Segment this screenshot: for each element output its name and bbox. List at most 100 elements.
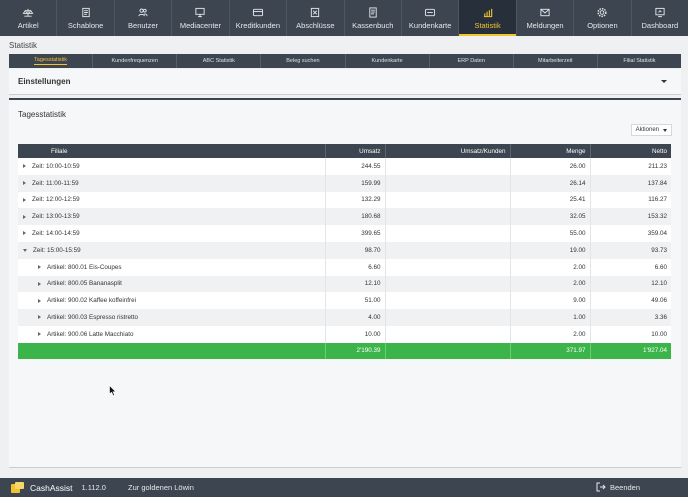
caret-right-icon[interactable]: [23, 164, 26, 169]
nav-item-kassenbuch[interactable]: Kassenbuch: [345, 0, 402, 36]
subtab-kundenfrequenzen[interactable]: Kundenfrequenzen: [93, 54, 178, 68]
caret-right-icon[interactable]: [23, 197, 26, 202]
cell-netto: 6.60: [590, 258, 671, 276]
header-menge[interactable]: Menge: [510, 144, 591, 158]
caret-right-icon[interactable]: [38, 298, 41, 303]
cell-menge: 1.00: [510, 309, 591, 326]
caret-right-icon[interactable]: [23, 181, 26, 186]
logout-button[interactable]: Beenden: [596, 482, 640, 492]
subtab-erp-daten[interactable]: ERP Daten: [430, 54, 514, 68]
table-row[interactable]: Zeit: 14:00-14:59 399.65 55.00 359.04: [18, 225, 671, 242]
brand-name: CashAssist: [30, 482, 73, 493]
nav-item-label: Kassenbuch: [352, 21, 394, 30]
nav-item-dashboard[interactable]: Dashboard: [632, 0, 688, 36]
nav-item-label: Kundenkarte: [408, 21, 452, 30]
table-row[interactable]: Zeit: 11:00-11:59 159.99 26.14 137.84: [18, 174, 671, 192]
nav-item-abschl-sse[interactable]: Abschlüsse: [287, 0, 345, 36]
nav-item-optionen[interactable]: Optionen: [574, 0, 632, 36]
statistics-table: Filiale Umsatz Umsatz/Kunden Menge Netto…: [18, 144, 671, 359]
header-netto[interactable]: Netto: [590, 144, 671, 158]
header-filiale[interactable]: Filiale: [18, 144, 326, 158]
table-header-row: Filiale Umsatz Umsatz/Kunden Menge Netto: [18, 144, 671, 158]
nav-item-kundenkarte[interactable]: Kundenkarte: [402, 0, 460, 36]
table-row[interactable]: Zeit: 12:00-12:59 132.29 25.41 116.27: [18, 191, 671, 209]
chevron-down-icon[interactable]: [661, 80, 667, 83]
cell-name: Zeit: 12:00-12:59: [18, 191, 326, 209]
nav-item-kreditkunden[interactable]: Kreditkunden: [230, 0, 288, 36]
cell-netto: 49.06: [590, 292, 671, 310]
row-label: Zeit: 15:00-15:59: [33, 246, 81, 254]
caret-right-icon[interactable]: [38, 332, 41, 337]
header-umsatz-kunden[interactable]: Umsatz/Kunden: [385, 144, 511, 158]
table-row[interactable]: Artikel: 800.05 Bananasplit 12.10 2.00 12.1…: [18, 275, 671, 293]
cell-umsatz: 6.60: [325, 258, 386, 276]
nav-item-label: Meldungen: [526, 21, 564, 30]
cell-menge: 55.00: [510, 225, 591, 242]
cell-umsatz: 244.55: [325, 158, 386, 175]
subtab-tagesstatistik[interactable]: Tagesstatistik: [9, 54, 94, 68]
daily-statistics-panel: Tagesstatistik Aktionen Filiale Umsatz U…: [9, 98, 681, 468]
monitor-icon: [193, 6, 207, 18]
subtab-filial-statistik[interactable]: Filial Statistik: [598, 54, 681, 68]
caret-right-icon[interactable]: [23, 214, 26, 219]
nav-item-label: Dashboard: [641, 21, 679, 30]
nav-item-schablone[interactable]: Schablone: [57, 0, 115, 36]
cell-umsatz-kunden: [385, 325, 511, 343]
subtab-label: ABC Statistik: [202, 58, 235, 64]
nav-item-artikel[interactable]: Artikel: [0, 0, 58, 36]
header-umsatz[interactable]: Umsatz: [325, 144, 386, 158]
table-row[interactable]: Zeit: 15:00-15:59 98.70 19.00 93.73: [18, 241, 671, 259]
row-label: Zeit: 13:00-13:59: [32, 213, 80, 221]
table-row[interactable]: Artikel: 900.03 Espresso ristretto 4.00 1.…: [18, 309, 671, 326]
caret-right-icon[interactable]: [38, 281, 41, 286]
subtab-abc-statistik[interactable]: ABC Statistik: [177, 54, 262, 68]
subtab-kundenkarte[interactable]: Kundenkarte: [346, 54, 430, 68]
nav-item-meldungen[interactable]: Meldungen: [517, 0, 575, 36]
cell-umsatz: 132.29: [325, 191, 386, 209]
table-row[interactable]: Artikel: 900.02 Kaffee koffeinfrei 51.00 9…: [18, 292, 671, 310]
actions-dropdown[interactable]: Aktionen: [630, 124, 672, 136]
row-label: Zeit: 10:00-10:59: [32, 162, 80, 170]
app-version: 1.112.0: [81, 483, 106, 492]
subtab-label: Kundenfrequenzen: [111, 58, 158, 64]
nav-item-mediacenter[interactable]: Mediacenter: [172, 0, 230, 36]
caret-down-icon[interactable]: [23, 248, 27, 252]
nav-item-benutzer[interactable]: Benutzer: [115, 0, 173, 36]
total-umsatz-kunden: [385, 342, 511, 359]
nav-item-label: Artikel: [17, 21, 39, 30]
cell-umsatz-kunden: [385, 241, 511, 259]
caret-right-icon[interactable]: [38, 265, 41, 269]
cell-umsatz-kunden: [385, 258, 511, 276]
table-row[interactable]: Artikel: 800.01 Eis-Coupes 6.60 2.00 6.60: [18, 258, 671, 276]
closing-icon: [308, 6, 322, 18]
cell-name: Zeit: 11:00-11:59: [18, 174, 326, 192]
settings-title: Einstellungen: [18, 77, 71, 86]
total-row: 2'190.39 371.97 1'927.04: [18, 342, 671, 359]
cell-netto: 3.36: [590, 309, 671, 326]
chart-icon: [481, 6, 495, 18]
cell-name: Zeit: 13:00-13:59: [18, 208, 326, 226]
dashboard-icon: [653, 6, 667, 18]
subtab-beleg-suchen[interactable]: Beleg suchen: [261, 54, 346, 68]
subtab-label: ERP Daten: [457, 58, 485, 64]
settings-panel[interactable]: Einstellungen: [9, 69, 681, 95]
cell-name: Zeit: 15:00-15:59: [18, 241, 326, 259]
table-row[interactable]: Artikel: 900.06 Latte Macchiato 10.00 2.00…: [18, 325, 671, 343]
statistics-subtabs: Tagesstatistik Kundenfrequenzen ABC Statis…: [9, 54, 681, 68]
cell-menge: 19.00: [510, 241, 591, 259]
cell-menge: 2.00: [510, 258, 591, 276]
table-row[interactable]: Zeit: 13:00-13:59 180.68 32.05 153.32: [18, 208, 671, 226]
cell-umsatz-kunden: [385, 292, 511, 310]
table-row[interactable]: Zeit: 10:00-10:59 244.55 26.00 211.23: [18, 158, 671, 175]
subtab-label: Mitarbeiterzeit: [538, 58, 573, 64]
caret-right-icon[interactable]: [38, 315, 41, 320]
subtab-mitarbeiterzeit[interactable]: Mitarbeiterzeit: [514, 54, 598, 68]
nav-item-statistik[interactable]: Statistik: [459, 0, 517, 36]
caret-right-icon[interactable]: [23, 231, 26, 236]
cell-umsatz: 12.10: [325, 275, 386, 293]
nav-item-label: Optionen: [587, 21, 618, 30]
cell-netto: 153.32: [590, 208, 671, 226]
row-label: Zeit: 11:00-11:59: [32, 179, 79, 187]
store-name: Zur goldenen Löwin: [127, 483, 194, 492]
cell-menge: 2.00: [510, 275, 591, 293]
